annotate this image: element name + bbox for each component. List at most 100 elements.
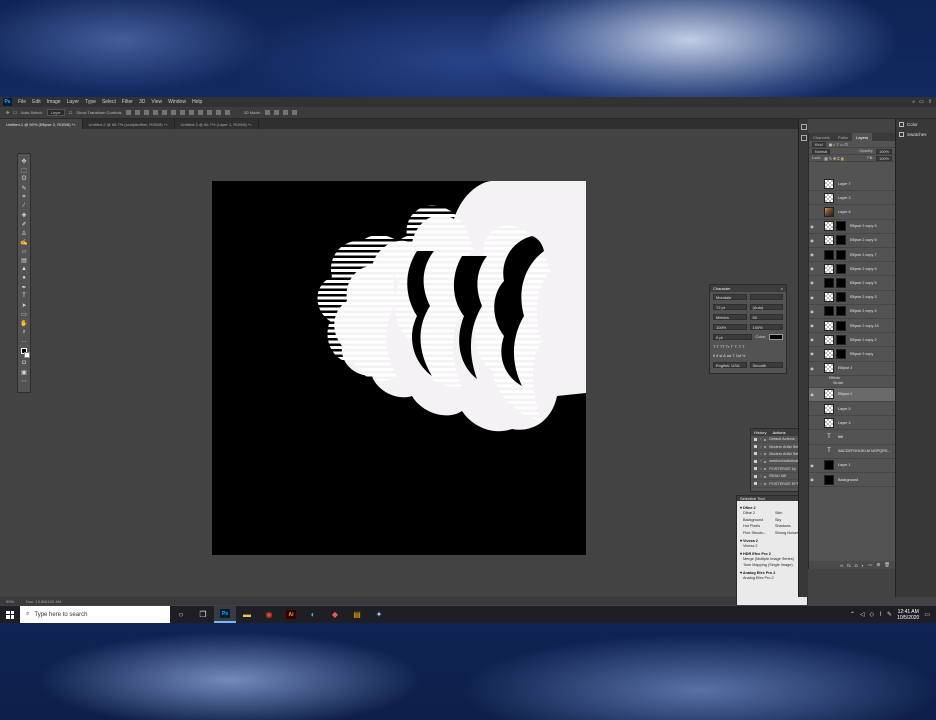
layer-row[interactable]: ◉ Layer 1: [809, 459, 896, 473]
document-canvas[interactable]: [212, 181, 586, 555]
distribute-right-icon[interactable]: [197, 110, 203, 115]
character-panel-title[interactable]: Character: [713, 286, 731, 291]
action-check-icon[interactable]: [754, 437, 757, 441]
share-icon[interactable]: ⇧: [928, 99, 932, 105]
horizontal-scale-field[interactable]: 100%: [749, 324, 783, 330]
steam-icon[interactable]: ✦: [368, 606, 390, 623]
layer-mask-thumbnail[interactable]: [836, 292, 846, 303]
visibility-eye-icon[interactable]: ◉: [809, 351, 815, 356]
layer-row[interactable]: ◉ Ellipse 2 copy 7: [809, 248, 896, 263]
vertical-scale-field[interactable]: 100%: [713, 324, 747, 330]
layer-mask-thumbnail[interactable]: [836, 334, 846, 345]
auto-select-checkbox[interactable]: ☐: [13, 110, 17, 115]
visibility-eye-icon[interactable]: ◉: [809, 463, 815, 468]
visibility-eye-icon[interactable]: ◉: [809, 323, 815, 328]
edit-toolbar-icon[interactable]: ⋯: [20, 377, 29, 385]
tab-actions[interactable]: Actions: [772, 430, 785, 435]
visibility-eye-icon[interactable]: ◉: [809, 280, 815, 285]
workspace-icon[interactable]: ▭: [919, 99, 924, 105]
leading-field[interactable]: (Auto): [749, 304, 783, 310]
layer-mask-thumbnail[interactable]: [836, 320, 846, 331]
taskbar-search-box[interactable]: ⌕ Type here to search: [20, 606, 170, 623]
layer-row[interactable]: ◉ Ellipse 2 copy 10: [809, 319, 896, 334]
background-color-swatch[interactable]: [23, 352, 30, 358]
gradient-tool-icon[interactable]: ▤: [20, 256, 29, 264]
menu-select[interactable]: Select: [99, 99, 119, 105]
action-check-icon[interactable]: [754, 474, 757, 478]
action-toggle-icon[interactable]: ▫: [760, 437, 761, 441]
action-toggle-icon[interactable]: ▫: [760, 445, 761, 449]
document-tab[interactable]: Untitled-1 @ 50% (Ellipse 2, RGB/8) * ×: [0, 119, 83, 129]
menu-edit[interactable]: Edit: [29, 99, 44, 105]
layer-row[interactable]: ◉ Ellipse 2 copy 8: [809, 234, 896, 248]
layer-row[interactable]: ◉ Ellipse 2: [809, 387, 896, 402]
more-tools-icon[interactable]: …: [20, 337, 29, 345]
language-dropdown[interactable]: English: USA: [713, 362, 747, 368]
zoom-level[interactable]: 50%: [6, 599, 14, 604]
layer-mask-thumbnail[interactable]: [836, 221, 846, 232]
layer-row[interactable]: Layer 2: [809, 191, 896, 206]
menu-view[interactable]: View: [148, 99, 165, 105]
text-color-swatch[interactable]: [769, 334, 783, 340]
screen-mode-icon[interactable]: ▣: [20, 368, 29, 376]
history-brush-tool-icon[interactable]: ✍: [20, 238, 29, 246]
layer-effects-row[interactable]: Effects Stroke: [809, 376, 896, 388]
doc-size[interactable]: Doc: 13.8M/102.4M: [26, 599, 61, 604]
visibility-eye-icon[interactable]: ◉: [809, 252, 815, 257]
visibility-eye-icon[interactable]: ◉: [809, 392, 815, 397]
layer-row[interactable]: ◉ Ellipse 2 copy 3: [809, 291, 896, 305]
add-mask-icon[interactable]: ◘: [855, 563, 858, 568]
visibility-eye-icon[interactable]: ◉: [809, 238, 815, 243]
opacity-field[interactable]: 100%: [876, 148, 892, 154]
baseline-shift-field[interactable]: 0 pt: [713, 334, 753, 340]
action-toggle-icon[interactable]: ▫: [760, 452, 761, 456]
selective-tool-button[interactable]: Tone Mapping (Single Image): [740, 562, 804, 568]
distribute-bottom-icon[interactable]: [224, 110, 230, 115]
visibility-eye-icon[interactable]: ◉: [809, 337, 815, 342]
layer-row[interactable]: Layer 6: [809, 205, 896, 220]
hand-tool-icon[interactable]: ✋: [20, 319, 29, 327]
crop-tool-icon[interactable]: ⌗: [20, 193, 29, 201]
layer-row[interactable]: Tttttt: [809, 430, 896, 445]
swatches-panel-tab[interactable]: Swatches: [896, 129, 936, 139]
menu-3d[interactable]: 3D: [136, 99, 148, 105]
layer-row[interactable]: Layer 7: [809, 177, 896, 192]
align-bottom-icon[interactable]: [170, 110, 176, 115]
visibility-eye-icon[interactable]: ◉: [809, 477, 815, 482]
stroke-effect-label[interactable]: Stroke: [829, 381, 843, 386]
tab-history[interactable]: History: [754, 430, 766, 435]
layer-row[interactable]: Layer 5: [809, 402, 896, 417]
delete-layer-icon[interactable]: 🗑: [884, 562, 890, 568]
menu-file[interactable]: File: [15, 99, 29, 105]
brush-tool-icon[interactable]: ✐: [20, 220, 29, 228]
type-style-buttons[interactable]: T T TT Tr T' T, T T: [710, 342, 786, 351]
eyedropper-tool-icon[interactable]: ⁄: [20, 202, 29, 210]
font-style-dropdown[interactable]: [749, 294, 783, 300]
layer-mask-thumbnail[interactable]: [836, 263, 846, 274]
opentype-buttons[interactable]: fi ∂ st A ad T 1st ½: [710, 351, 786, 360]
clone-stamp-tool-icon[interactable]: ♙: [20, 229, 29, 237]
visibility-eye-icon[interactable]: ◉: [809, 366, 815, 371]
adjustment-layer-icon[interactable]: ◐: [862, 563, 865, 568]
font-size-field[interactable]: 72 pt: [713, 304, 747, 310]
close-tab-icon[interactable]: ×: [73, 122, 75, 127]
anti-alias-dropdown[interactable]: Smooth: [749, 362, 783, 368]
layer-row[interactable]: ◉ Ellipse 2 copy 9: [809, 220, 896, 234]
filter-icons[interactable]: ▣ ◐ T ▭ ⊡: [829, 142, 848, 147]
3d-pan-icon[interactable]: [282, 110, 288, 115]
align-top-icon[interactable]: [152, 110, 158, 115]
dodge-tool-icon[interactable]: ●: [20, 274, 29, 282]
lasso-tool-icon[interactable]: ʘ: [20, 175, 29, 183]
menu-filter[interactable]: Filter: [119, 99, 136, 105]
document-tab[interactable]: Untitled-2 @ 66.7% (sculptedfine, RGB/8)…: [83, 119, 175, 129]
lock-icons[interactable]: ▦ ✎ ✥ ⌗ 🔒: [824, 156, 845, 161]
close-tab-icon[interactable]: ×: [165, 122, 167, 127]
layer-filter-dropdown[interactable]: Kind: [812, 141, 826, 147]
visibility-eye-icon[interactable]: ◉: [809, 309, 815, 314]
font-family-dropdown[interactable]: Mondale: [713, 294, 747, 300]
pen-tool-icon[interactable]: ✒: [20, 283, 29, 291]
eraser-tool-icon[interactable]: ▱: [20, 247, 29, 255]
move-tool-icon[interactable]: ✥: [6, 110, 9, 115]
auto-select-target-dropdown[interactable]: Layer: [46, 109, 65, 116]
distribute-middle-icon[interactable]: [215, 110, 221, 115]
